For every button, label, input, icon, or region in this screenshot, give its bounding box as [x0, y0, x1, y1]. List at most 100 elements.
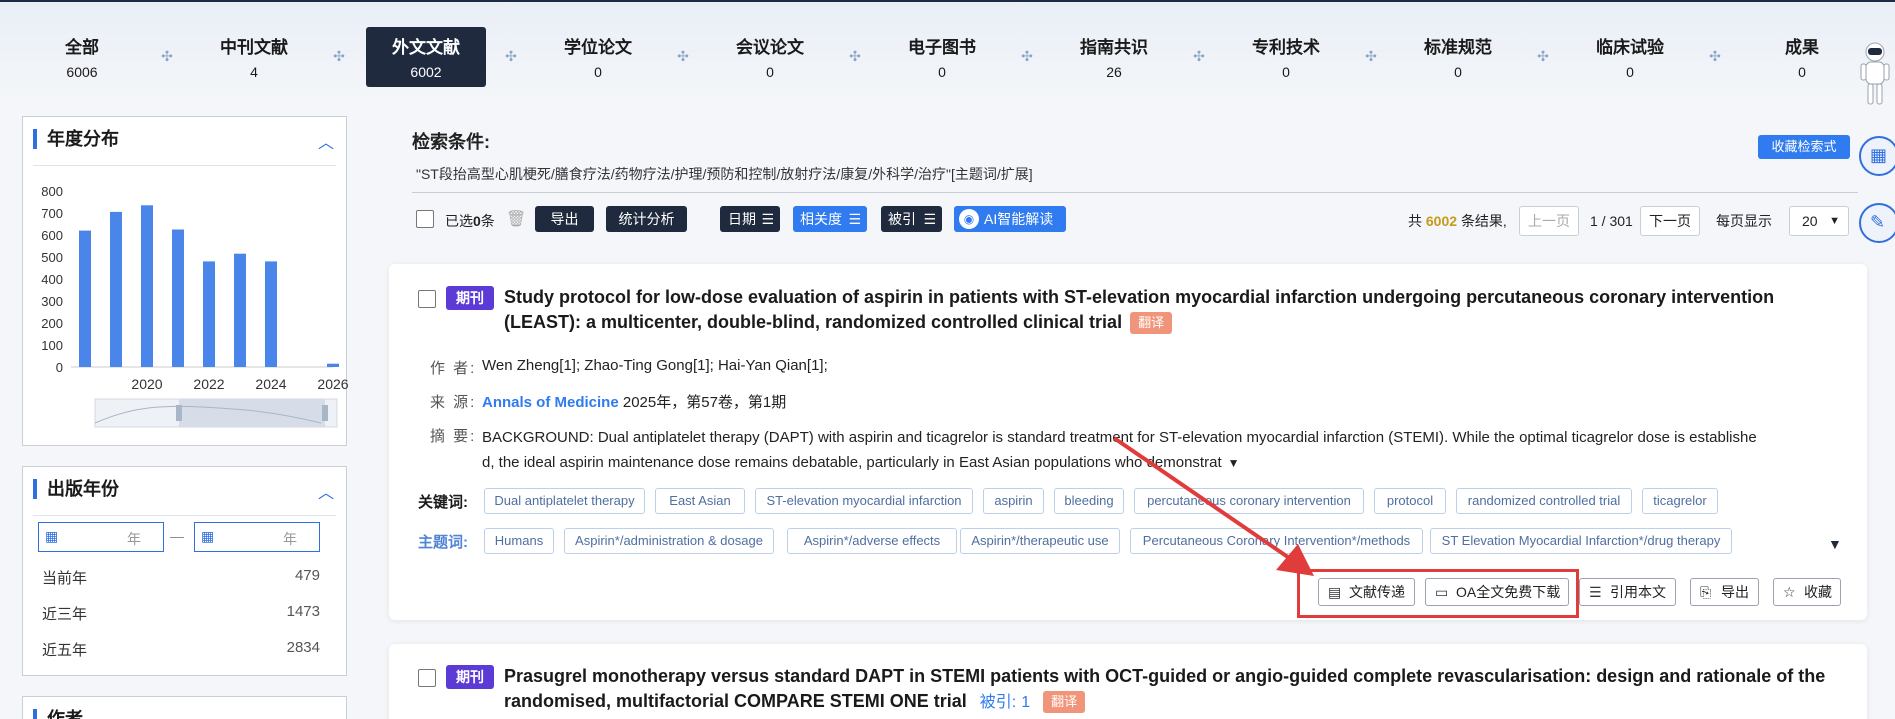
collapse-chevron-icon[interactable]: ︿	[318, 709, 334, 719]
year-bar[interactable]	[234, 253, 246, 367]
year-bar[interactable]	[79, 230, 91, 367]
favorite-button[interactable]: ☆ 收藏	[1773, 578, 1841, 606]
tab-standards[interactable]: 标准规范 0	[1398, 27, 1518, 87]
keyword-tag[interactable]: ST-elevation myocardial infarction	[755, 488, 973, 514]
year-bar[interactable]	[203, 261, 215, 367]
tab-label: 电子图书	[908, 38, 976, 57]
ai-label: AI智能解读	[984, 211, 1054, 227]
button-label: 收藏	[1804, 584, 1832, 600]
ai-robot-icon: ◉	[959, 209, 979, 229]
qr-code-button[interactable]: ▦	[1859, 136, 1895, 176]
tab-guidelines[interactable]: 指南共识 26	[1054, 27, 1174, 87]
tab-label: 成果	[1785, 38, 1819, 57]
cite-button[interactable]: ☰ 引用本文	[1579, 578, 1676, 606]
keyword-tag[interactable]: aspirin	[983, 488, 1044, 514]
sort-icon: ☰	[848, 211, 861, 227]
total-count: 6002	[1425, 213, 1458, 229]
quote-icon: ☰	[1589, 584, 1602, 600]
collapse-chevron-icon[interactable]: ︿	[318, 479, 334, 503]
keyword-tag[interactable]: Dual antiplatelet therapy	[484, 488, 645, 514]
subject-tag[interactable]: Humans	[484, 528, 554, 554]
cited-count[interactable]: 1	[1021, 694, 1030, 711]
year-bar[interactable]	[141, 205, 153, 367]
robot-assistant-icon[interactable]	[1858, 42, 1892, 108]
keyword-tag[interactable]: protocol	[1374, 488, 1446, 514]
year-filter-5y[interactable]: 近五年 2834	[42, 639, 320, 660]
filter-count: 1473	[286, 603, 320, 620]
per-page-value: 20	[1802, 213, 1818, 229]
year-bar[interactable]	[110, 211, 122, 367]
result-title[interactable]: Study protocol for low-dose evaluation o…	[504, 285, 1854, 335]
ai-interpret-button[interactable]: ◉ AI智能解读	[954, 206, 1066, 232]
tab-achievements[interactable]: 成果 0	[1742, 27, 1862, 87]
export-result-button[interactable]: ⎘ 导出	[1690, 578, 1759, 606]
panel-title: 年度分布	[33, 129, 119, 149]
filter-count: 2834	[286, 639, 320, 656]
source: Annals of Medicine 2025年，第57卷，第1期	[482, 391, 786, 412]
keyword-tag[interactable]: randomized controlled trial	[1456, 488, 1632, 514]
start-year-input[interactable]: ▦ 年	[38, 522, 164, 552]
expand-subjects-icon[interactable]: ▼	[1828, 536, 1842, 552]
source-journal-link[interactable]: Annals of Medicine	[482, 394, 619, 411]
x-tick-label: 2024	[255, 376, 286, 392]
title-line: Study protocol for low-dose evaluation o…	[504, 287, 1775, 307]
result-checkbox[interactable]	[418, 290, 436, 308]
sort-label: 相关度	[800, 211, 842, 227]
tab-ebooks[interactable]: 电子图书 0	[882, 27, 1002, 87]
keyword-tag[interactable]: East Asian	[655, 488, 745, 514]
range-handle[interactable]	[322, 405, 328, 421]
trash-icon[interactable]: 🗑	[506, 209, 526, 229]
tab-label: 专利技术	[1252, 38, 1320, 57]
tab-label: 指南共识	[1080, 38, 1148, 57]
select-all-checkbox[interactable]	[416, 210, 434, 228]
tab-clinical-trials[interactable]: 临床试验 0	[1570, 27, 1690, 87]
translate-button[interactable]: 翻译	[1130, 312, 1173, 334]
keyword-tag[interactable]: ticagrelor	[1642, 488, 1718, 514]
sort-label: 日期	[728, 211, 756, 227]
year-filter-current[interactable]: 当前年 479	[42, 567, 320, 588]
year-filter-3y[interactable]: 近三年 1473	[42, 603, 320, 624]
year-bar[interactable]	[172, 229, 184, 368]
sort-cited-button[interactable]: 被引 ☰	[881, 206, 942, 232]
collapse-chevron-icon[interactable]: ︿	[318, 129, 334, 153]
sort-relevance-button[interactable]: 相关度 ☰	[793, 206, 867, 232]
range-selection[interactable]	[179, 399, 325, 427]
prev-page-button[interactable]: 上一页	[1519, 206, 1579, 236]
authors[interactable]: Wen Zheng[1]; Zhao-Ting Gong[1]; Hai-Yan…	[482, 357, 828, 374]
panel-title: 作者	[33, 709, 83, 719]
stats-analysis-button[interactable]: 统计分析	[606, 206, 687, 232]
per-page-label: 每页显示	[1716, 213, 1772, 229]
selected-count-text: 已选0条	[445, 211, 495, 231]
subject-tag[interactable]: ST Elevation Myocardial Infarction*/drug…	[1430, 528, 1732, 554]
export-button[interactable]: 导出	[535, 206, 594, 232]
tab-all[interactable]: 全部 6006	[22, 27, 142, 87]
end-year-input[interactable]: ▦ 年	[194, 522, 320, 552]
tab-conference-papers[interactable]: 会议论文 0	[710, 27, 830, 87]
tab-patents[interactable]: 专利技术 0	[1226, 27, 1346, 87]
feedback-button[interactable]: ✎	[1859, 203, 1895, 243]
separator-icon: ✣	[505, 48, 517, 64]
sort-date-button[interactable]: 日期 ☰	[720, 206, 780, 232]
tab-count: 6006	[66, 64, 98, 80]
save-search-button[interactable]: 收藏检索式	[1758, 135, 1850, 159]
subject-tag[interactable]: Aspirin*/adverse effects	[787, 528, 957, 554]
range-handle[interactable]	[176, 405, 182, 421]
page-indicator: 1 / 301	[1590, 213, 1633, 229]
subject-tag[interactable]: Aspirin*/therapeutic use	[960, 528, 1120, 554]
journal-badge: 期刊	[446, 286, 494, 310]
y-tick-label: 800	[41, 184, 63, 199]
result-title[interactable]: Prasugrel monotherapy versus standard DA…	[504, 664, 1854, 715]
result-checkbox[interactable]	[418, 669, 436, 687]
selected-prefix: 已选	[445, 213, 473, 229]
tab-chinese-journals[interactable]: 中刊文献 4	[194, 27, 314, 87]
year-bar[interactable]	[265, 261, 277, 367]
translate-button[interactable]: 翻译	[1043, 691, 1086, 713]
tab-theses[interactable]: 学位论文 0	[538, 27, 658, 87]
x-tick-label: 2022	[193, 376, 224, 392]
subject-tag[interactable]: Aspirin*/administration & dosage	[564, 528, 774, 554]
tab-label: 标准规范	[1424, 38, 1492, 57]
tab-foreign-literature[interactable]: 外文文献 6002	[366, 27, 486, 87]
year-bar[interactable]	[327, 363, 339, 367]
next-page-button[interactable]: 下一页	[1640, 206, 1700, 236]
per-page-select[interactable]: 20 ▼	[1789, 206, 1849, 236]
